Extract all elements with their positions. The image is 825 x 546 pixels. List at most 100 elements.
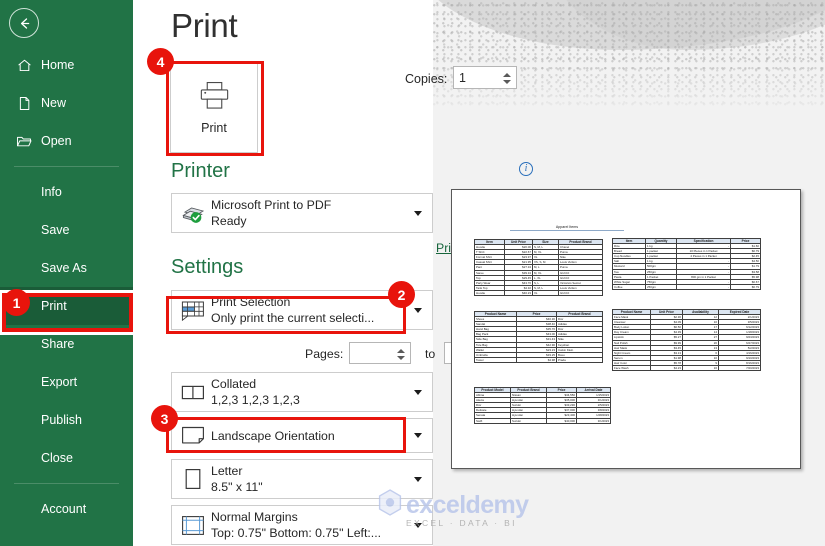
- pages-from-input[interactable]: [350, 343, 392, 363]
- print-button[interactable]: Print: [170, 62, 258, 153]
- table-body: Face Mask $2.30 12 2/1/2023 Cleanser $4.09 10…: [612, 314, 761, 372]
- table-row: Coffee 250gm - $6.79: [612, 283, 761, 290]
- hex-logo-icon: [378, 489, 402, 521]
- info-icon[interactable]: i: [519, 162, 533, 176]
- table-header-row: Product Name Price Product Brand: [474, 310, 603, 318]
- sidebar-item-share[interactable]: Share: [0, 325, 133, 363]
- sidebar-item-label: Share: [41, 337, 75, 351]
- settings-row-collation[interactable]: Collated 1,2,3 1,2,3 1,2,3: [171, 372, 433, 412]
- printer-section-heading: Printer: [171, 160, 230, 182]
- cell: Hoodie: [474, 289, 505, 297]
- cell: $40,000: [546, 417, 577, 424]
- cell: XL: [532, 289, 559, 297]
- spinner-down-icon[interactable]: [503, 80, 511, 84]
- preview-table-grocery-items: Item Quantity Specification Price Rice 1 kg -…: [612, 237, 761, 290]
- sidebar-divider-2: [14, 483, 119, 484]
- collate-icon: [178, 385, 208, 400]
- copies-stepper[interactable]: [453, 66, 517, 89]
- settings-row-subtitle: 1,2,3 1,2,3 1,2,3: [211, 393, 300, 407]
- back-arrow-icon[interactable]: [9, 8, 39, 38]
- sidebar-nav-list: Home New Open Info Save Save As Print Sh…: [0, 46, 133, 528]
- watermark-text: exceldemy: [406, 490, 529, 519]
- preview-table-vehicle: Product Model Product Brand Price Arrival D…: [474, 386, 611, 424]
- watermark: exceldemy EXCEL · DATA · BI: [378, 489, 529, 528]
- pages-from-stepper[interactable]: [349, 342, 411, 364]
- sidebar-item-label: Home: [41, 58, 75, 72]
- printer-icon: [198, 81, 231, 115]
- settings-section-heading: Settings: [171, 256, 244, 278]
- sidebar-item-new[interactable]: New: [0, 84, 133, 122]
- print-button-label: Print: [201, 120, 227, 135]
- copies-label: Copies:: [405, 72, 448, 86]
- table-row: Face Wash $4.23 16 7/20/2023: [612, 365, 761, 372]
- sidebar-item-label: Account: [41, 502, 87, 516]
- chevron-down-icon[interactable]: [410, 307, 426, 313]
- sidebar-item-save[interactable]: Save: [0, 211, 133, 249]
- chevron-down-icon[interactable]: [410, 389, 426, 395]
- cell: GUCCI: [558, 289, 603, 297]
- annotation-badge-2: 2: [388, 281, 415, 308]
- sidebar-item-export[interactable]: Export: [0, 363, 133, 401]
- page-title: Print: [171, 7, 238, 44]
- print-preview-page: Apparel Items Item Unit Price Size Product …: [451, 189, 801, 469]
- cell: $46.23: [504, 289, 533, 297]
- sidebar-item-save-as[interactable]: Save As: [0, 249, 133, 287]
- preview-table-apparel-items: Item Unit Price Size Product Brand Hoodie $2…: [474, 238, 603, 297]
- printer-device-icon: [178, 203, 208, 224]
- home-icon: [15, 56, 33, 74]
- cell: Face Wash: [612, 365, 651, 372]
- landscape-icon: [178, 426, 208, 445]
- cell: 3/1/2023: [576, 417, 611, 424]
- sidebar-item-label: Export: [41, 375, 78, 389]
- spinner-down-icon[interactable]: [397, 356, 405, 360]
- cell: Prada: [556, 356, 603, 363]
- settings-row-orientation[interactable]: Landscape Orientation: [171, 418, 433, 453]
- sidebar-item-label: Close: [41, 451, 73, 465]
- chevron-down-icon[interactable]: [410, 476, 426, 482]
- sidebar-item-label: Save: [41, 223, 70, 237]
- sidebar-item-publish[interactable]: Publish: [0, 401, 133, 439]
- chevron-down-icon[interactable]: [410, 210, 426, 216]
- pages-to-label: to: [425, 347, 436, 361]
- spinner-up-icon[interactable]: [397, 349, 405, 353]
- excel-print-backstage: Home New Open Info Save Save As Print Sh…: [0, 0, 825, 546]
- cell: 7/20/2023: [718, 365, 761, 372]
- sidebar-item-open[interactable]: Open: [0, 122, 133, 160]
- annotation-badge-4: 4: [147, 48, 174, 75]
- pages-from-spinner[interactable]: [394, 344, 408, 365]
- cell: $6.79: [730, 283, 761, 290]
- sidebar-item-home[interactable]: Home: [0, 46, 133, 84]
- table-row: Hoodie $46.23 XL GUCCI: [474, 289, 603, 297]
- sidebar-item-account[interactable]: Account: [0, 490, 133, 528]
- sidebar-item-label: Save As: [41, 261, 87, 275]
- settings-row-title: Landscape Orientation: [211, 428, 335, 443]
- settings-row-subtitle: Only print the current selecti...: [211, 311, 375, 325]
- sidebar-divider-1: [14, 166, 119, 167]
- chevron-down-icon[interactable]: [410, 433, 426, 438]
- cell: $4.98: [516, 356, 557, 363]
- copies-input[interactable]: [454, 67, 498, 88]
- preview-table-accessories: Product Name Price Product Brand Shoes $46.…: [474, 310, 603, 363]
- sidebar-item-close[interactable]: Close: [0, 439, 133, 477]
- cell: $4.23: [650, 365, 683, 372]
- table-body: Hoodie $20.00 S, M, L Chanel T Shirt $22.67 M…: [474, 244, 603, 297]
- sidebar-item-info[interactable]: Info: [0, 173, 133, 211]
- table-body: Rice 1 kg - $1.60 Bread 1 packet 10 Pieces in…: [612, 243, 761, 290]
- spinner-up-icon[interactable]: [503, 73, 511, 77]
- printer-name: Microsoft Print to PDF: [211, 198, 332, 212]
- watermark-subtext: EXCEL · DATA · BI: [406, 518, 517, 528]
- page-icon: [15, 94, 33, 112]
- settings-row-title: Letter: [211, 464, 243, 478]
- sidebar-item-label: Publish: [41, 413, 82, 427]
- folder-icon: [15, 132, 33, 150]
- settings-row-title: Collated: [211, 377, 257, 391]
- sidebar-item-label: Print: [41, 299, 67, 313]
- backstage-sidebar: Home New Open Info Save Save As Print Sh…: [0, 0, 133, 546]
- table-body: Shoes $46.30 Dior Sandal $38.40 Adidas Hand …: [474, 316, 603, 363]
- copies-spinner[interactable]: [500, 68, 514, 89]
- print-settings-panel: Print Print Copies: Printer i: [133, 0, 533, 546]
- printer-select[interactable]: Microsoft Print to PDF Ready: [171, 193, 433, 233]
- table-row: Swift Suzuki $40,000 3/1/2023: [474, 417, 611, 424]
- cell: -: [676, 283, 731, 290]
- paper-size-icon: [178, 468, 208, 490]
